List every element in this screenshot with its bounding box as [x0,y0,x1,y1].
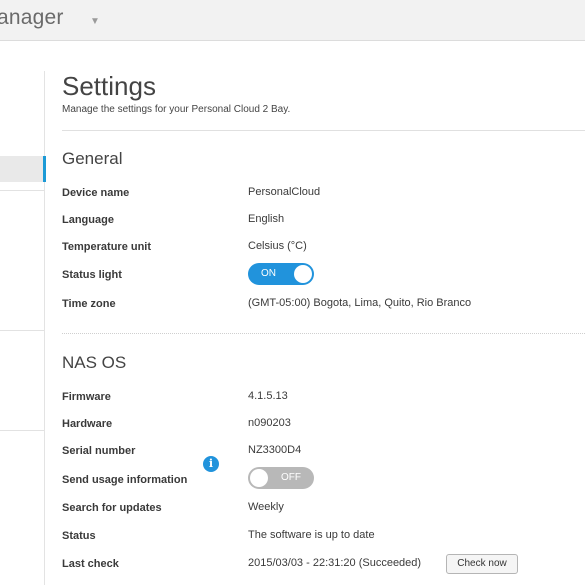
device-name-value[interactable]: PersonalCloud [248,186,320,198]
last-check-value: 2015/03/03 - 22:31:20 (Succeeded) [248,557,422,569]
top-bar: anager ▼ [0,0,585,41]
hardware-value: n090203 [248,417,291,429]
status-light-label: Status light [62,269,122,281]
divider [62,130,585,131]
send-usage-label: Send usage information [62,474,188,486]
sidebar-item-settings[interactable] [0,156,44,182]
section-title-nas-os: NAS OS [62,353,127,372]
sidebar-divider [0,430,44,431]
app-title[interactable]: anager [0,6,64,30]
language-value[interactable]: English [248,213,284,225]
serial-number-value: NZ3300D4 [248,444,302,456]
time-zone-label: Time zone [62,298,116,310]
divider [62,333,585,334]
hardware-label: Hardware [62,418,113,430]
selected-indicator [43,156,46,182]
page-subtitle: Manage the settings for your Personal Cl… [62,104,291,115]
language-label: Language [62,214,114,226]
check-now-button[interactable]: Check now [446,554,518,574]
toggle-knob [250,469,268,487]
time-zone-value[interactable]: (GMT-05:00) Bogota, Lima, Quito, Rio Bra… [248,297,471,309]
search-updates-value[interactable]: Weekly [248,501,284,513]
status-value: The software is up to date [248,529,375,541]
chevron-down-icon[interactable]: ▼ [90,16,100,27]
search-updates-label: Search for updates [62,502,162,514]
temperature-unit-label: Temperature unit [62,241,152,253]
toggle-state-text: OFF [281,472,301,483]
firmware-label: Firmware [62,391,111,403]
status-light-toggle[interactable]: ON [248,263,314,285]
sidebar-divider [0,190,44,191]
serial-number-label: Serial number [62,445,136,457]
status-label: Status [62,530,96,542]
info-icon[interactable]: i [203,456,219,472]
temperature-unit-value[interactable]: Celsius (°C) [248,240,307,252]
page-title: Settings [62,71,156,101]
device-name-label: Device name [62,187,130,199]
sidebar-divider [0,330,44,331]
last-check-label: Last check [62,558,119,570]
toggle-knob [294,265,312,283]
toggle-state-text: ON [261,268,276,279]
sidebar [0,41,44,585]
send-usage-toggle[interactable]: OFF [248,467,314,489]
sidebar-border [44,71,45,585]
firmware-value: 4.1.5.13 [248,390,288,402]
section-title-general: General [62,149,123,168]
